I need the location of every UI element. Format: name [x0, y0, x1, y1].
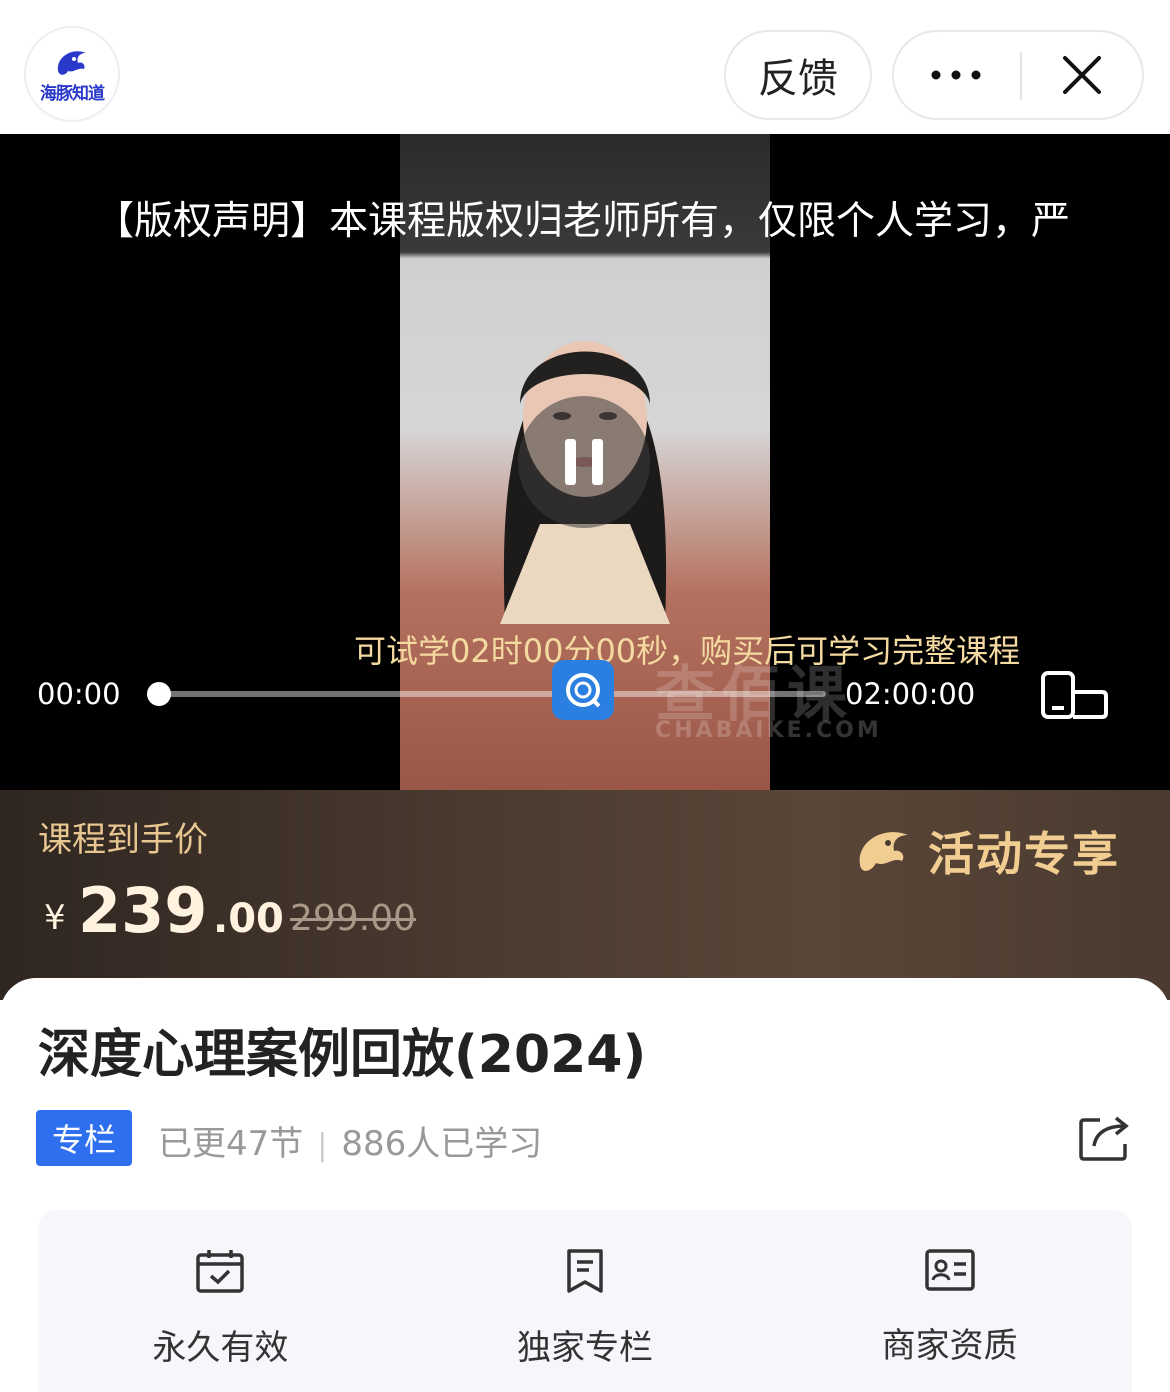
promo-text: 活动专享 — [928, 827, 1120, 881]
column-tag: 专栏 — [36, 1110, 132, 1166]
app-logo: 海豚知道 — [24, 26, 120, 122]
pause-button[interactable] — [518, 396, 650, 528]
feature-strip: 永久有效 独家专栏 商家资质 — [38, 1210, 1132, 1392]
feature-merchant[interactable]: 商家资质 — [767, 1210, 1132, 1392]
total-time: 02:00:00 — [845, 677, 976, 711]
meta-separator: | — [317, 1128, 328, 1163]
price-decimals: .00 — [213, 896, 284, 942]
copyright-notice: 【版权声明】本课程版权归老师所有，仅限个人学习，严 — [95, 199, 1071, 244]
feature-label: 永久有效 — [152, 1328, 289, 1368]
top-bar: 海豚知道 反馈 — [0, 0, 1170, 134]
calendar-check-icon — [196, 1250, 245, 1293]
feature-exclusive[interactable]: 独家专栏 — [403, 1210, 768, 1392]
id-card-icon — [924, 1249, 975, 1291]
watermark-subtext: CHABAIKE.COM — [655, 718, 882, 743]
promo-badge: 活动专享 — [852, 818, 1120, 884]
progress-knob[interactable] — [147, 682, 171, 706]
pause-icon-bar — [592, 439, 603, 485]
share-icon[interactable] — [1078, 1114, 1132, 1162]
mini-program-capsule — [892, 30, 1144, 120]
update-count: 已更47节 — [158, 1124, 304, 1164]
price-amount: 239 — [78, 874, 208, 947]
dolphin-promo-icon — [859, 832, 908, 871]
original-price: 299.00 — [290, 898, 416, 939]
feature-label: 商家资质 — [881, 1326, 1018, 1366]
watermark-badge-icon — [552, 660, 614, 720]
course-meta: 已更47节 | 886人已学习 — [158, 1116, 542, 1165]
close-icon — [1063, 56, 1101, 94]
more-dots-icon — [931, 70, 981, 80]
current-time: 00:00 — [37, 677, 121, 711]
learner-count: 886人已学习 — [341, 1124, 543, 1164]
close-button[interactable] — [1022, 32, 1142, 118]
course-title: 深度心理案例回放(2024) — [38, 1025, 647, 1085]
video-player[interactable]: 【版权声明】本课程版权归老师所有，仅限个人学习，严 可试学02时00分00秒，购… — [0, 134, 1170, 790]
more-button[interactable] — [894, 32, 1018, 118]
bookmark-doc-icon — [567, 1249, 603, 1293]
feature-label: 独家专栏 — [517, 1328, 653, 1368]
course-card: 深度心理案例回放(2024) 专栏 已更47节 | 886人已学习 永久有效 独家专… — [0, 978, 1170, 1392]
feedback-button[interactable]: 反馈 — [724, 30, 872, 120]
fullscreen-rotate-icon[interactable] — [1040, 670, 1110, 720]
feature-permanent[interactable]: 永久有效 — [38, 1210, 403, 1392]
pause-icon — [565, 439, 576, 485]
price-banner: 课程到手价 ¥ 239 .00 299.00 活动专享 — [0, 790, 1170, 1000]
price-label: 课程到手价 — [38, 820, 208, 860]
currency-symbol: ¥ — [44, 898, 66, 938]
dolphin-logo-icon — [57, 50, 86, 75]
logo-text: 海豚知道 — [40, 83, 105, 104]
